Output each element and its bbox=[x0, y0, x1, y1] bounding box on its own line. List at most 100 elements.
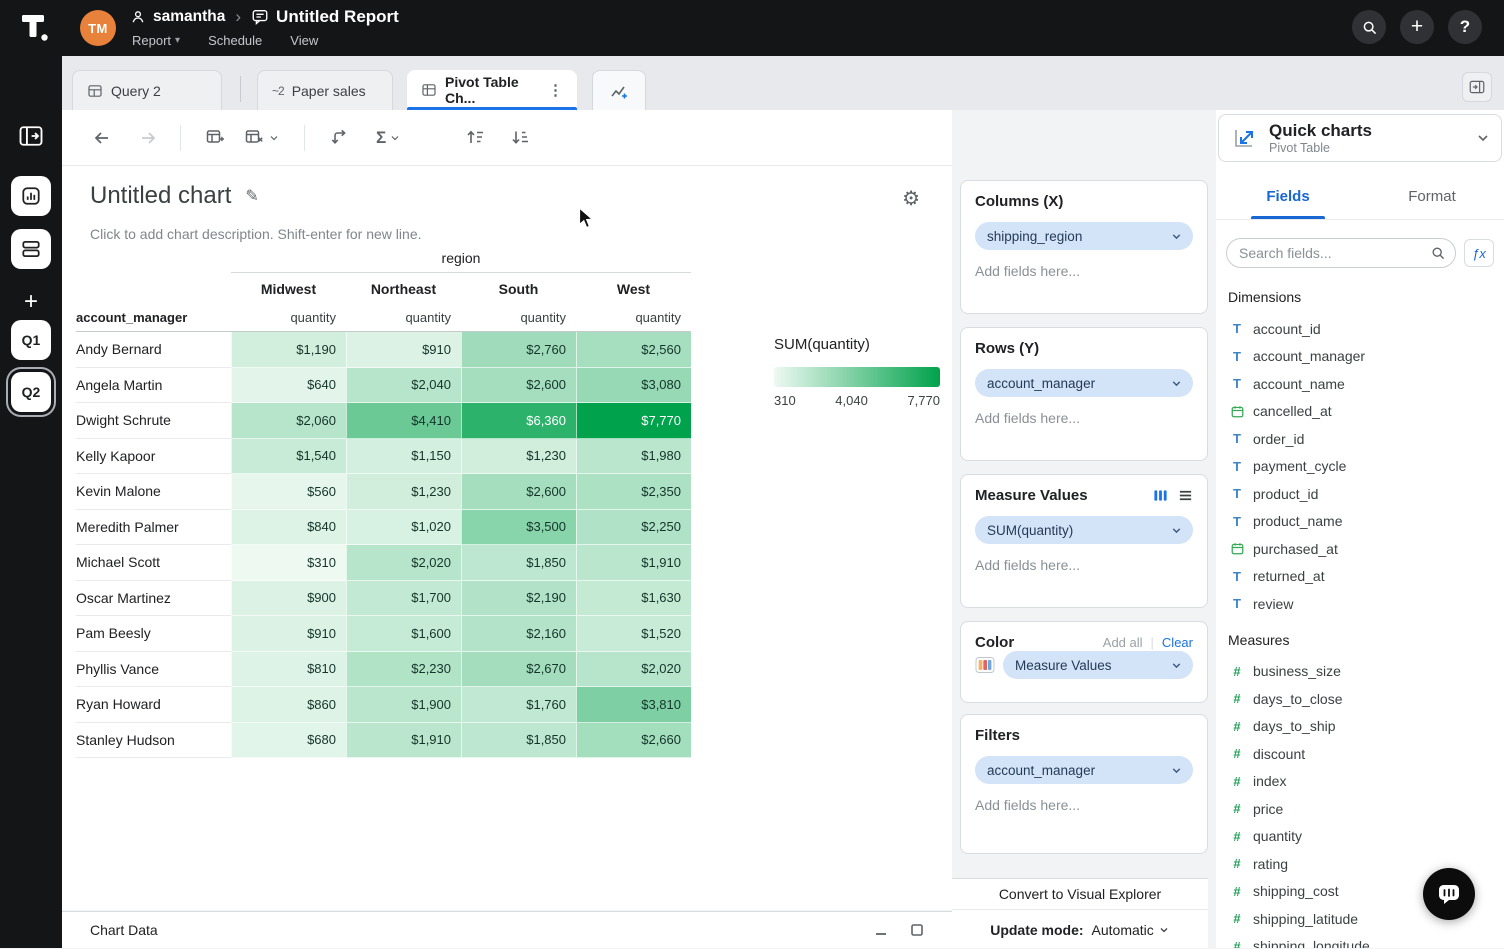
value-cell[interactable]: $2,020 bbox=[576, 652, 691, 688]
field-item-returned_at[interactable]: Treturned_at bbox=[1216, 563, 1504, 591]
app-logo[interactable] bbox=[18, 11, 52, 45]
value-cell[interactable]: $2,190 bbox=[461, 581, 576, 617]
value-cell[interactable]: $1,600 bbox=[346, 616, 461, 652]
value-cell[interactable]: $2,670 bbox=[461, 652, 576, 688]
add-fields-dropzone[interactable]: Add fields here... bbox=[975, 557, 1193, 573]
value-cell[interactable]: $1,700 bbox=[346, 581, 461, 617]
tab-pivot-table[interactable]: Pivot Table Ch... ⋮ bbox=[407, 70, 577, 110]
row-header[interactable]: Pam Beesly bbox=[76, 616, 231, 652]
row-header[interactable]: Oscar Martinez bbox=[76, 581, 231, 617]
kebab-menu-icon[interactable]: ⋮ bbox=[548, 81, 563, 99]
add-fields-dropzone[interactable]: Add fields here... bbox=[975, 410, 1193, 426]
value-cell[interactable]: $2,160 bbox=[461, 616, 576, 652]
add-chart-tab-button[interactable] bbox=[592, 70, 646, 110]
column-header[interactable]: Midwest bbox=[231, 272, 346, 304]
row-header[interactable]: Angela Martin bbox=[76, 368, 231, 404]
sort-ascending-button[interactable] bbox=[465, 127, 486, 148]
add-formula-button[interactable]: ƒx bbox=[1464, 239, 1494, 267]
collapse-panel-button[interactable] bbox=[1462, 72, 1492, 102]
value-cell[interactable]: $2,040 bbox=[346, 368, 461, 404]
field-item-business_size[interactable]: #business_size bbox=[1216, 658, 1504, 686]
rows-field-pill[interactable]: account_manager bbox=[975, 369, 1193, 397]
columns-field-pill[interactable]: shipping_region bbox=[975, 222, 1193, 250]
report-title[interactable]: Untitled Report bbox=[276, 7, 399, 27]
row-header[interactable]: Kelly Kapoor bbox=[76, 439, 231, 475]
value-cell[interactable]: $1,230 bbox=[461, 439, 576, 475]
search-fields-input[interactable] bbox=[1227, 239, 1455, 267]
add-fields-dropzone[interactable]: Add fields here... bbox=[975, 797, 1193, 813]
redo-button[interactable] bbox=[138, 128, 158, 148]
value-cell[interactable]: $910 bbox=[231, 616, 346, 652]
field-item-cancelled_at[interactable]: cancelled_at bbox=[1216, 398, 1504, 426]
aggregate-button[interactable]: Σ bbox=[376, 128, 401, 148]
chart-title[interactable]: Untitled chart bbox=[90, 182, 231, 210]
value-cell[interactable]: $810 bbox=[231, 652, 346, 688]
page-q1-button[interactable]: Q1 bbox=[11, 320, 51, 360]
value-cell[interactable]: $1,850 bbox=[461, 545, 576, 581]
value-cell[interactable]: $910 bbox=[346, 332, 461, 368]
field-item-quantity[interactable]: #quantity bbox=[1216, 823, 1504, 851]
field-item-index[interactable]: #index bbox=[1216, 768, 1504, 796]
value-cell[interactable]: $1,910 bbox=[576, 545, 691, 581]
columns-layout-icon[interactable] bbox=[1153, 488, 1168, 503]
row-header[interactable]: Dwight Schrute bbox=[76, 403, 231, 439]
value-cell[interactable]: $2,250 bbox=[576, 510, 691, 546]
new-item-button[interactable]: + bbox=[1400, 10, 1434, 44]
value-cell[interactable]: $2,020 bbox=[346, 545, 461, 581]
add-all-link[interactable]: Add all bbox=[1103, 635, 1143, 650]
field-item-account_name[interactable]: Taccount_name bbox=[1216, 370, 1504, 398]
field-item-days_to_ship[interactable]: #days_to_ship bbox=[1216, 713, 1504, 741]
rows-layout-icon[interactable] bbox=[1178, 488, 1193, 503]
value-cell[interactable]: $3,080 bbox=[576, 368, 691, 404]
menu-schedule[interactable]: Schedule bbox=[208, 33, 262, 48]
visualization-nav-button[interactable] bbox=[11, 176, 51, 216]
data-nav-button[interactable] bbox=[11, 229, 51, 269]
value-cell[interactable]: $640 bbox=[231, 368, 346, 404]
undo-button[interactable] bbox=[92, 128, 112, 148]
add-page-button[interactable]: + bbox=[0, 288, 62, 316]
field-item-purchased_at[interactable]: purchased_at bbox=[1216, 535, 1504, 563]
sort-descending-button[interactable] bbox=[510, 127, 531, 148]
value-cell[interactable]: $2,600 bbox=[461, 474, 576, 510]
color-palette-icon[interactable] bbox=[975, 655, 995, 675]
chart-data-label[interactable]: Chart Data bbox=[90, 922, 158, 938]
field-item-discount[interactable]: #discount bbox=[1216, 740, 1504, 768]
value-cell[interactable]: $4,410 bbox=[346, 403, 461, 439]
chart-description-placeholder[interactable]: Click to add chart description. Shift-en… bbox=[90, 226, 422, 242]
value-cell[interactable]: $1,150 bbox=[346, 439, 461, 475]
page-q2-button[interactable]: Q2 bbox=[11, 372, 51, 412]
transpose-button[interactable] bbox=[329, 127, 350, 148]
avatar[interactable]: TM bbox=[80, 10, 116, 46]
field-item-days_to_close[interactable]: #days_to_close bbox=[1216, 685, 1504, 713]
row-header[interactable]: Meredith Palmer bbox=[76, 510, 231, 546]
measure-pill[interactable]: SUM(quantity) bbox=[975, 516, 1193, 544]
row-header[interactable]: Michael Scott bbox=[76, 545, 231, 581]
convert-to-visual-explorer-button[interactable]: Convert to Visual Explorer bbox=[952, 879, 1208, 909]
value-cell[interactable]: $1,760 bbox=[461, 687, 576, 723]
collapse-sidebar-button[interactable] bbox=[17, 122, 45, 150]
maximize-icon[interactable] bbox=[910, 923, 924, 937]
value-cell[interactable]: $1,630 bbox=[576, 581, 691, 617]
value-cell[interactable]: $2,760 bbox=[461, 332, 576, 368]
value-cell[interactable]: $1,540 bbox=[231, 439, 346, 475]
row-header[interactable]: Kevin Malone bbox=[76, 474, 231, 510]
row-header[interactable]: Andy Bernard bbox=[76, 332, 231, 368]
tab-paper-sales[interactable]: ~2 Paper sales bbox=[257, 70, 393, 110]
filter-field-pill[interactable]: account_manager bbox=[975, 756, 1193, 784]
column-header[interactable]: West bbox=[576, 272, 691, 304]
value-cell[interactable]: $1,020 bbox=[346, 510, 461, 546]
value-cell[interactable]: $2,600 bbox=[461, 368, 576, 404]
menu-report[interactable]: Report▾ bbox=[132, 33, 180, 48]
search-button[interactable] bbox=[1352, 10, 1386, 44]
row-header[interactable]: Phyllis Vance bbox=[76, 652, 231, 688]
tab-format[interactable]: Format bbox=[1360, 188, 1504, 219]
row-header[interactable]: Stanley Hudson bbox=[76, 723, 231, 759]
value-cell[interactable]: $310 bbox=[231, 545, 346, 581]
minimize-icon[interactable] bbox=[874, 923, 888, 937]
value-cell[interactable]: $1,900 bbox=[346, 687, 461, 723]
value-cell[interactable]: $6,360 bbox=[461, 403, 576, 439]
field-item-product_id[interactable]: Tproduct_id bbox=[1216, 480, 1504, 508]
tab-fields[interactable]: Fields bbox=[1216, 188, 1360, 219]
field-item-account_manager[interactable]: Taccount_manager bbox=[1216, 343, 1504, 371]
color-field-pill[interactable]: Measure Values bbox=[1003, 651, 1193, 679]
